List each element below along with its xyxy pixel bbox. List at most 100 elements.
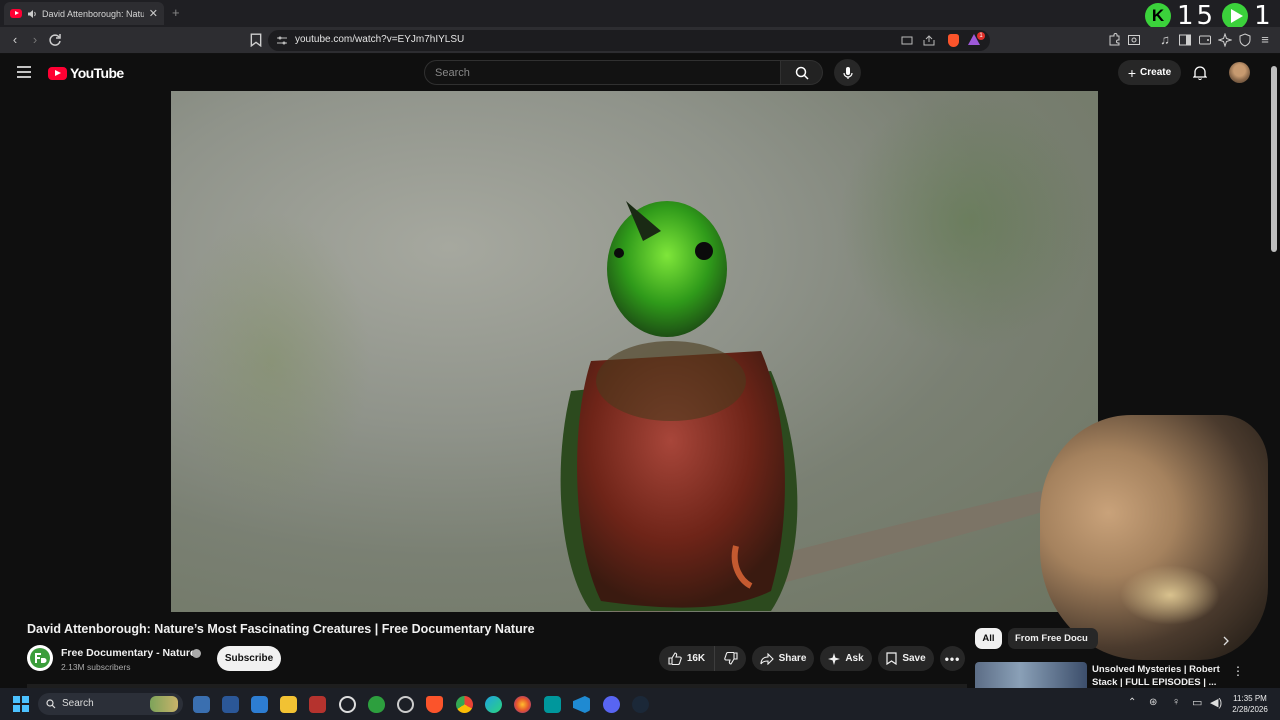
- tray-overflow-icon[interactable]: ⌃: [1128, 697, 1136, 708]
- steam-icon[interactable]: [632, 696, 649, 713]
- windows-taskbar: Search ⌃ ⊛ ♀ ▭ ◀): [0, 688, 1280, 720]
- microphone-icon: [842, 66, 853, 79]
- dislike-button[interactable]: [714, 646, 746, 671]
- voice-search-button[interactable]: [834, 59, 861, 86]
- subscribe-button[interactable]: Subscribe: [217, 646, 281, 671]
- app-icon-3[interactable]: [251, 696, 268, 713]
- save-label: Save: [902, 653, 926, 664]
- user-avatar[interactable]: [1229, 62, 1250, 83]
- search-input[interactable]: [424, 60, 781, 85]
- share-button[interactable]: Share: [752, 646, 814, 671]
- recommendation-title[interactable]: Unsolved Mysteries | Robert Stack | FULL…: [1092, 663, 1222, 689]
- bookmark-icon[interactable]: [249, 33, 263, 47]
- save-button[interactable]: Save: [878, 646, 934, 671]
- like-count: 16K: [686, 653, 706, 664]
- app-icon-6[interactable]: [339, 696, 356, 713]
- file-explorer-icon[interactable]: [280, 696, 297, 713]
- chip-from-channel[interactable]: From Free Docu: [1008, 628, 1098, 649]
- sparkle-icon: [828, 652, 841, 665]
- brave-shields-icon[interactable]: [948, 34, 959, 47]
- chip-all[interactable]: All: [975, 628, 1002, 649]
- recommendation-thumbnail[interactable]: [975, 662, 1087, 688]
- youtube-favicon-icon: [10, 9, 22, 18]
- search-button[interactable]: [781, 60, 823, 85]
- browser-tab-title: David Attenborough: Nature's: [42, 8, 144, 19]
- site-settings-icon[interactable]: [277, 36, 287, 45]
- thumbs-up-icon: [668, 652, 682, 665]
- channel-name[interactable]: Free Documentary - Nature: [61, 647, 196, 659]
- save-bookmark-icon: [886, 652, 897, 665]
- tab-close-icon[interactable]: ✕: [149, 7, 158, 20]
- cast-icon[interactable]: [901, 35, 913, 46]
- taskbar-clock[interactable]: 11:35 PM 2/28/2026: [1228, 693, 1272, 715]
- search-bar: [424, 60, 823, 85]
- mic-tray-icon[interactable]: ♀: [1172, 696, 1180, 708]
- webcam-overlay: [1040, 415, 1268, 660]
- hummingbird-frame: [560, 201, 1046, 612]
- display-tray-icon[interactable]: ▭: [1192, 696, 1202, 709]
- sidebar-toggle-icon[interactable]: [1178, 33, 1192, 47]
- search-icon: [795, 66, 809, 80]
- youtube-logo[interactable]: YouTube: [48, 65, 124, 81]
- forward-arrow-icon[interactable]: ›: [28, 33, 42, 47]
- music-icon[interactable]: ♫: [1158, 33, 1172, 47]
- firefox-icon[interactable]: [514, 696, 531, 713]
- share-arrow-icon: [760, 652, 774, 665]
- address-bar[interactable]: youtube.com/watch?v=EYJm7hIYLSU 1: [268, 30, 990, 51]
- plus-icon: +: [1127, 64, 1137, 81]
- video-title: David Attenborough: Nature’s Most Fascin…: [27, 622, 535, 636]
- windows-start-icon[interactable]: [13, 696, 29, 712]
- discord-icon[interactable]: [603, 696, 620, 713]
- chrome-icon[interactable]: [456, 696, 473, 713]
- video-player[interactable]: [171, 91, 1098, 612]
- hamburger-menu-icon[interactable]: [17, 66, 31, 78]
- browser-toolbar: ‹ › youtube.com/watch?v=EYJm7hIYLSU 1 ♫ …: [0, 27, 1280, 54]
- taskbar-date: 2/28/2026: [1232, 705, 1268, 714]
- youtube-play-logo-icon: [48, 66, 67, 80]
- wallet-icon[interactable]: [1198, 33, 1212, 47]
- scrollbar-thumb[interactable]: [1271, 66, 1277, 252]
- youtube-logo-text: YouTube: [70, 65, 124, 81]
- recommendation-more-icon[interactable]: ⋮: [1232, 664, 1244, 678]
- browser-tab[interactable]: David Attenborough: Nature's ✕: [4, 2, 164, 25]
- app-icon-7[interactable]: [368, 696, 385, 713]
- create-button[interactable]: + Create: [1118, 60, 1181, 85]
- more-actions-button[interactable]: •••: [940, 646, 965, 671]
- speaker-icon[interactable]: [27, 9, 37, 19]
- browser-tab-strip: David Attenborough: Nature's ✕ +: [0, 0, 1280, 27]
- notifications-bell-icon[interactable]: [1193, 65, 1207, 80]
- extensions-icon[interactable]: [1107, 33, 1121, 47]
- more-horizontal-icon: •••: [944, 651, 961, 666]
- vscode-icon[interactable]: [573, 696, 590, 713]
- share-page-icon[interactable]: [923, 35, 935, 46]
- screenshot-icon[interactable]: [1127, 33, 1141, 47]
- like-button[interactable]: 16K: [659, 646, 714, 671]
- search-highlight-icon: [150, 696, 178, 712]
- app-icon-2[interactable]: [222, 696, 239, 713]
- chips-next-icon[interactable]: [1222, 636, 1230, 646]
- ask-button[interactable]: Ask: [820, 646, 872, 671]
- vpn-shield-icon[interactable]: [1238, 33, 1252, 47]
- edge-icon[interactable]: [485, 696, 502, 713]
- play-logo-icon: [1222, 3, 1249, 29]
- app-icon-8[interactable]: [397, 696, 414, 713]
- brave-browser-icon[interactable]: [426, 696, 443, 713]
- subscriber-count: 2.13M subscribers: [61, 662, 131, 672]
- app-icon-5[interactable]: [309, 696, 326, 713]
- arduino-icon[interactable]: [544, 696, 561, 713]
- taskbar-search-box[interactable]: Search: [38, 693, 183, 715]
- back-arrow-icon[interactable]: ‹: [8, 33, 22, 47]
- new-tab-button[interactable]: +: [172, 5, 180, 20]
- volume-tray-icon[interactable]: ◀): [1210, 696, 1222, 709]
- reload-icon[interactable]: [48, 33, 62, 47]
- leo-ai-icon[interactable]: [1218, 33, 1232, 47]
- menu-icon[interactable]: ≡: [1258, 33, 1272, 47]
- copilot-icon[interactable]: ⊛: [1149, 697, 1157, 708]
- share-label: Share: [778, 653, 807, 664]
- url-text: youtube.com/watch?v=EYJm7hIYLSU: [295, 34, 465, 45]
- taskview-app-icon[interactable]: [193, 696, 210, 713]
- channel-avatar[interactable]: [27, 645, 53, 671]
- taskbar-search-label: Search: [62, 698, 94, 709]
- youtube-masthead: YouTube + Create: [0, 54, 1268, 91]
- rewards-badge: 1: [977, 32, 985, 40]
